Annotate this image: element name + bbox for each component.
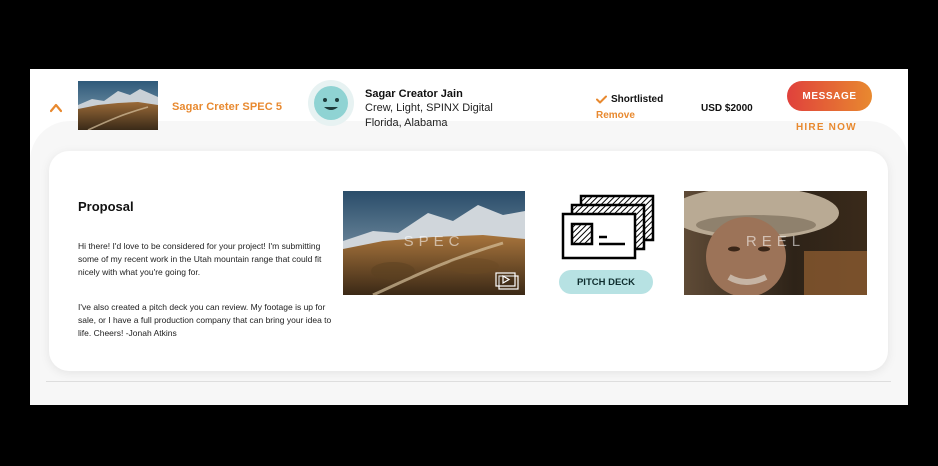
spec-title-link[interactable]: Sagar Creter SPEC 5 — [172, 101, 282, 113]
reel-overlay-label: REEL — [745, 233, 806, 250]
creator-name[interactable]: Sagar Creator Jain — [365, 88, 463, 100]
submission-panel: Sagar Creter SPEC 5 Sagar Creator Jain C… — [30, 69, 908, 405]
price-label: USD $2000 — [701, 103, 753, 114]
reel-video-thumbnail[interactable]: REEL — [684, 191, 867, 295]
smiley-avatar-icon — [314, 86, 348, 120]
proposal-paragraph-1: Hi there! I'd love to be considered for … — [78, 241, 322, 277]
creator-roles: Crew, Light, SPINX Digital — [365, 102, 493, 114]
remove-link[interactable]: Remove — [596, 110, 635, 121]
hire-now-link[interactable]: HIRE NOW — [796, 122, 857, 133]
chevron-up-icon[interactable] — [50, 103, 62, 113]
video-play-icon — [495, 272, 519, 290]
shortlisted-label: Shortlisted — [611, 94, 664, 105]
shortlisted-status: Shortlisted — [596, 94, 663, 105]
proposal-heading: Proposal — [78, 199, 134, 214]
checkmark-icon — [596, 95, 607, 104]
creator-avatar[interactable] — [308, 80, 354, 126]
spec-video-thumbnail[interactable]: SPEC — [343, 191, 525, 295]
pitch-deck-icon[interactable] — [561, 193, 656, 261]
card-divider — [46, 381, 891, 382]
proposal-paragraph-2: I've also created a pitch deck you can r… — [78, 302, 332, 338]
creator-location: Florida, Alabama — [365, 117, 448, 129]
pitch-deck-button[interactable]: PITCH DECK — [559, 270, 653, 294]
mountain-thumbnail — [78, 81, 158, 130]
proposal-card: Proposal Hi there! I'd love to be consid… — [49, 151, 888, 371]
message-button[interactable]: MESSAGE — [787, 81, 872, 111]
spec-overlay-label: SPEC — [403, 233, 465, 250]
spec-thumbnail[interactable] — [78, 81, 158, 130]
